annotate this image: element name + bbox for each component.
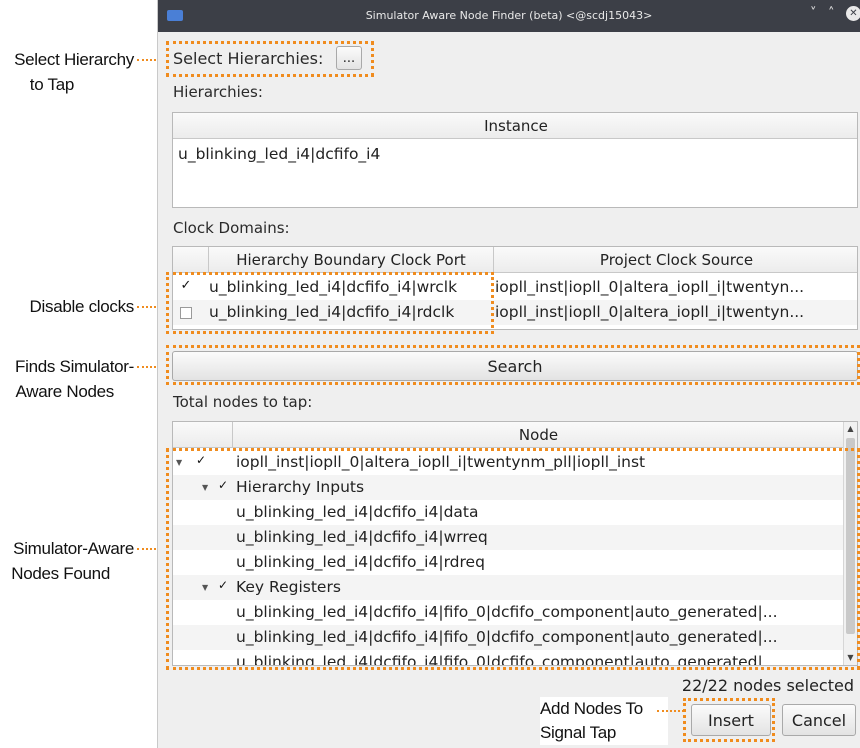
close-icon[interactable]: ✕: [846, 6, 860, 21]
collapse-arrow-icon[interactable]: ▼: [202, 483, 208, 492]
callout-line: Select Hierarchy: [14, 50, 134, 69]
column-header-instance[interactable]: Instance: [173, 113, 857, 139]
select-hierarchies-label: Select Hierarchies:: [173, 49, 324, 68]
title-bar: Simulator Aware Node Finder (beta) <@scd…: [158, 0, 860, 32]
callout-line: Nodes Found: [11, 564, 110, 583]
search-button[interactable]: Search: [172, 351, 858, 381]
callout-disable-clocks: Disable clocks: [0, 294, 150, 319]
clock-source-cell: iopll_inst|iopll_0|altera_iopll_i|twenty…: [495, 303, 805, 321]
tree-row-key-registers[interactable]: ▼ ✓ Key Registers: [173, 575, 857, 600]
nodes-tree-table: Node ▼ ✓ iopll_inst|iopll_0|altera_iopll…: [172, 421, 858, 666]
callout-finds-nodes: Finds Simulator- Aware Nodes: [0, 354, 150, 404]
maximize-icon[interactable]: ˄: [828, 6, 835, 21]
window-title: Simulator Aware Node Finder (beta) <@scd…: [365, 9, 653, 22]
callout-select-hierarchy: Select Hierarchy to Tap: [0, 47, 150, 97]
insert-button[interactable]: Insert: [691, 704, 771, 736]
callout-line: Signal Tap: [540, 723, 617, 742]
instance-cell: u_blinking_led_i4|dcfifo_i4: [178, 145, 381, 163]
callout-line: Aware Nodes: [15, 382, 115, 401]
tree-node-label: u_blinking_led_i4|dcfifo_i4|wrreq: [236, 528, 488, 546]
node-checkbox[interactable]: ✓: [195, 454, 207, 467]
clock-domains-table: Hierarchy Boundary Clock Port Project Cl…: [172, 246, 858, 330]
tree-row-leaf[interactable]: u_blinking_led_i4|dcfifo_i4|data: [173, 500, 857, 525]
column-header-clock-source[interactable]: Project Clock Source: [494, 247, 857, 273]
tree-node-label: u_blinking_led_i4|dcfifo_i4|fifo_0|dcfif…: [236, 628, 778, 646]
hierarchies-label: Hierarchies:: [173, 83, 263, 101]
callout-nodes-found: Simulator-Aware Nodes Found: [0, 536, 150, 586]
tree-row-hierarchy-inputs[interactable]: ▼ ✓ Hierarchy Inputs: [173, 475, 857, 500]
tree-node-label: u_blinking_led_i4|dcfifo_i4|data: [236, 503, 479, 521]
callout-add-nodes: Add Nodes To Signal Tap: [540, 697, 668, 745]
clock-domains-label: Clock Domains:: [173, 219, 290, 237]
tree-row-iopll[interactable]: ▼ ✓ iopll_inst|iopll_0|altera_iopll_i|tw…: [173, 450, 857, 475]
clock-port-cell: u_blinking_led_i4|dcfifo_i4|rdclk: [209, 303, 455, 321]
tree-node-label: u_blinking_led_i4|dcfifo_i4|rdreq: [236, 553, 485, 571]
callout-line: Simulator-Aware: [13, 539, 134, 558]
clock-row-rdclk[interactable]: u_blinking_led_i4|dcfifo_i4|rdclk iopll_…: [173, 300, 857, 325]
tree-row-leaf[interactable]: u_blinking_led_i4|dcfifo_i4|rdreq: [173, 550, 857, 575]
leader-line: [657, 710, 684, 712]
node-checkbox[interactable]: ✓: [217, 479, 229, 492]
hierarchies-table: Instance u_blinking_led_i4|dcfifo_i4: [172, 112, 858, 208]
scroll-thumb[interactable]: [846, 438, 855, 634]
callout-line: to Tap: [29, 75, 75, 94]
tree-row-leaf[interactable]: u_blinking_led_i4|dcfifo_i4|fifo_0|dcfif…: [173, 625, 857, 650]
tree-row-leaf[interactable]: u_blinking_led_i4|dcfifo_i4|fifo_0|dcfif…: [173, 600, 857, 625]
collapse-arrow-icon[interactable]: ▼: [202, 583, 208, 592]
tree-node-label: Hierarchy Inputs: [236, 478, 365, 496]
scroll-up-icon[interactable]: ▲: [844, 422, 857, 436]
tree-node-label: u_blinking_led_i4|dcfifo_i4|fifo_0|dcfif…: [236, 653, 778, 666]
tree-node-label: u_blinking_led_i4|dcfifo_i4|fifo_0|dcfif…: [236, 603, 778, 621]
browse-hierarchies-button[interactable]: ...: [336, 46, 362, 70]
wrclk-checkbox[interactable]: ✓: [180, 279, 192, 293]
cancel-button[interactable]: Cancel: [782, 704, 856, 736]
rdclk-checkbox[interactable]: [180, 307, 192, 319]
tree-node-label: Key Registers: [236, 578, 341, 596]
column-header-node[interactable]: Node: [233, 422, 845, 448]
clock-row-wrclk[interactable]: ✓ u_blinking_led_i4|dcfifo_i4|wrclk iopl…: [173, 275, 857, 300]
node-finder-dialog: Simulator Aware Node Finder (beta) <@scd…: [157, 0, 860, 748]
tree-node-label: iopll_inst|iopll_0|altera_iopll_i|twenty…: [236, 453, 646, 471]
scroll-down-icon[interactable]: ▼: [844, 651, 857, 665]
callout-line: Finds Simulator-: [15, 357, 134, 376]
minimize-icon[interactable]: ˅: [810, 6, 817, 21]
column-header-clock-port[interactable]: Hierarchy Boundary Clock Port: [209, 247, 494, 273]
clock-source-cell: iopll_inst|iopll_0|altera_iopll_i|twenty…: [495, 278, 805, 296]
node-checkbox[interactable]: ✓: [217, 579, 229, 592]
clock-port-cell: u_blinking_led_i4|dcfifo_i4|wrclk: [209, 278, 458, 296]
table-row[interactable]: u_blinking_led_i4|dcfifo_i4: [173, 142, 857, 167]
column-header-checkbox: [173, 247, 209, 273]
column-header-blank: [173, 422, 233, 448]
tree-row-leaf[interactable]: u_blinking_led_i4|dcfifo_i4|wrreq: [173, 525, 857, 550]
callout-line: Add Nodes To: [540, 699, 643, 718]
callout-line: Disable clocks: [29, 297, 135, 316]
vertical-scrollbar[interactable]: ▲ ▼: [843, 422, 857, 665]
collapse-arrow-icon[interactable]: ▼: [176, 458, 182, 467]
nodes-selected-status: 22/22 nodes selected: [681, 676, 854, 695]
tree-row-leaf[interactable]: u_blinking_led_i4|dcfifo_i4|fifo_0|dcfif…: [173, 650, 857, 666]
total-nodes-label: Total nodes to tap:: [173, 393, 313, 411]
